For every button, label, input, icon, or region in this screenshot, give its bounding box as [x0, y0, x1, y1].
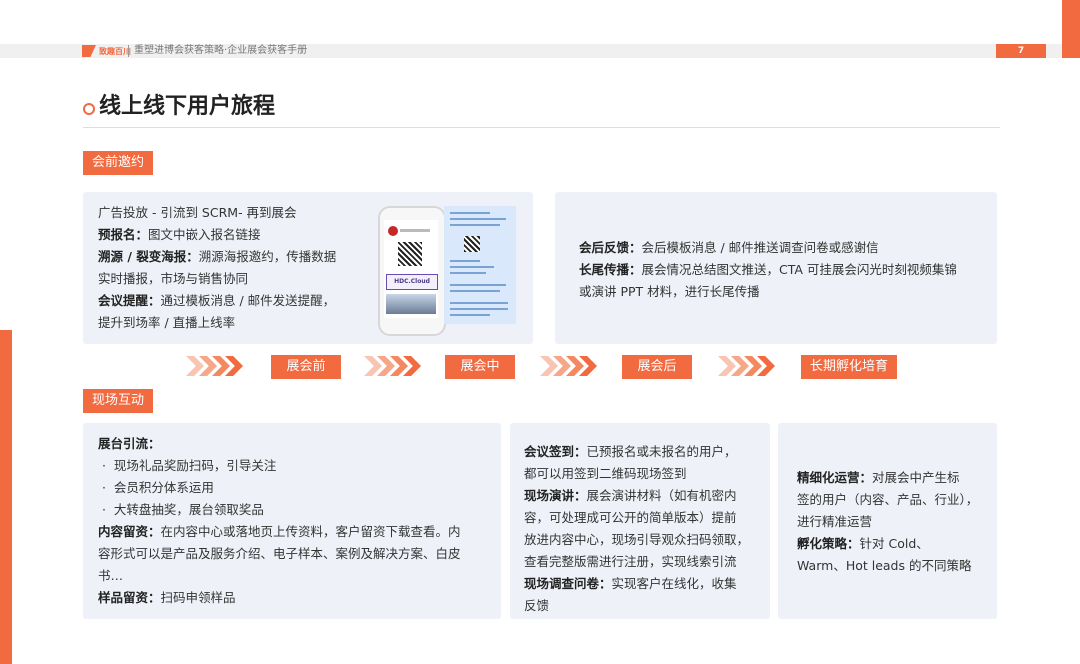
feedback-label: 会后反馈：	[579, 240, 642, 255]
signup-text: 图文中嵌入报名链接	[148, 227, 261, 242]
chevron-arrows-4-icon	[718, 356, 775, 376]
section-tag-pre: 会前邀约	[83, 151, 154, 175]
header-divider	[128, 45, 129, 57]
pre-event-text: 广告投放 - 引流到 SCRM- 再到展会 预报名：图文中嵌入报名链接 溯源 /…	[98, 202, 336, 334]
avatar	[388, 226, 398, 236]
page-number: 7	[996, 44, 1046, 58]
phone-screen: HDC.Cloud	[384, 220, 438, 318]
sample-text: 扫码申领样品	[160, 590, 236, 605]
meeting-text: 会议签到：已预报名或未报名的用户， 都可以用签到二维码现场签到 现场演讲：展会演…	[524, 441, 749, 617]
feedback-text: 会后模板消息 / 邮件推送调查问卷或感谢信	[641, 240, 879, 255]
post-event-text: 会后反馈：会后模板消息 / 邮件推送调查问卷或感谢信 长尾传播：展会情况总结图文…	[579, 237, 957, 303]
booth-heading: 展台引流：	[98, 436, 161, 451]
booth-bullet-3: 大转盘抽奖，展台领取奖品	[113, 502, 264, 517]
chevron-arrows-2-icon	[364, 356, 421, 376]
trace-text: 溯源海报邀约，传播数据	[198, 249, 337, 264]
nurture-text: 精细化运营：对展会中产生标 签的用户（内容、产品、行业）， 进行精准运营 孵化策…	[797, 467, 978, 577]
speech-text-4: 查看完整版需进行注册，实现线索引流	[524, 554, 737, 569]
ops-text: 对展会中产生标	[872, 470, 960, 485]
tail-label: 长尾传播：	[579, 262, 642, 277]
booth-bullet-1: 现场礼品奖励扫码，引导关注	[113, 458, 277, 473]
trace-text-2: 实时播报，市场与销售协同	[98, 271, 249, 286]
content-text-3: 书…	[98, 568, 124, 583]
logo-text: 致趣百川	[99, 46, 131, 56]
phone-header-line	[400, 229, 430, 232]
checkin-text-2: 都可以用签到二维码现场签到	[524, 466, 687, 481]
content-label: 内容留资：	[98, 524, 161, 539]
booth-text: 展台引流： · 现场礼品奖励扫码，引导关注 · 会员积分体系运用 · 大转盘抽奖…	[98, 436, 461, 605]
speech-label: 现场演讲：	[524, 488, 587, 503]
ops-text-2: 签的用户（内容、产品、行业），	[797, 492, 979, 507]
survey-text: 实现客户在线化，收集	[611, 576, 737, 591]
remind-text: 通过模板消息 / 邮件发送提醒，	[160, 293, 336, 308]
signup-label: 预报名：	[98, 227, 149, 242]
incubate-text: 针对 Cold、	[859, 536, 929, 551]
corner-accent	[1062, 0, 1080, 58]
checkin-label: 会议签到：	[524, 444, 587, 459]
ops-label: 精细化运营：	[797, 470, 873, 485]
stage-after: 展会后	[622, 355, 692, 379]
qr-code-icon	[398, 242, 422, 266]
survey-text-2: 反馈	[524, 598, 550, 613]
logo-icon	[82, 45, 96, 57]
title-divider	[83, 127, 1000, 128]
speech-text-3: 放进内容中心，现场引导观众扫码领取，	[524, 532, 750, 547]
incubate-text-2: Warm、Hot leads 的不同策略	[797, 558, 972, 573]
ops-text-3: 进行精准运营	[797, 514, 873, 529]
logo: 致趣百川	[82, 44, 131, 58]
document-title: 重塑进博会获客策略·企业展会获客手册	[134, 45, 308, 56]
pre-line1: 广告投放 - 引流到 SCRM- 再到展会	[98, 205, 297, 220]
speech-text: 展会演讲材料（如有机密内	[586, 488, 737, 503]
side-accent	[0, 330, 12, 664]
remind-text-2: 提升到场率 / 直播上线率	[98, 315, 236, 330]
poster-qr-icon	[464, 236, 480, 252]
invitation-poster	[444, 206, 516, 324]
section-tag-onsite: 现场互动	[83, 389, 154, 413]
content-text-2: 容形式可以是产品及服务介绍、电子样本、案例及解决方案、白皮	[98, 546, 461, 561]
content-text: 在内容中心或落地页上传资料，客户留资下载查看。内	[160, 524, 461, 539]
booth-bullet-2: 会员积分体系运用	[113, 480, 214, 495]
sample-label: 样品留资：	[98, 590, 161, 605]
stage-before: 展会前	[271, 355, 341, 379]
phone-banner	[386, 294, 436, 314]
checkin-text: 已预报名或未报名的用户，	[586, 444, 737, 459]
speech-text-2: 容，可处理成可公开的简单版本）提前	[524, 510, 737, 525]
tail-text: 展会情况总结图文推送，CTA 可挂展会闪光时刻视频集锦	[641, 262, 957, 277]
page-title: 线上线下用户旅程	[99, 94, 276, 119]
survey-label: 现场调查问卷：	[524, 576, 612, 591]
title-bullet-icon	[83, 103, 95, 115]
stage-nurture: 长期孵化培育	[801, 355, 897, 379]
phone-event-label: HDC.Cloud	[386, 274, 438, 290]
trace-label: 溯源 / 裂变海报：	[98, 249, 199, 264]
remind-label: 会议提醒：	[98, 293, 161, 308]
stage-during: 展会中	[445, 355, 515, 379]
chevron-arrows-3-icon	[540, 356, 597, 376]
chevron-arrows-1-icon	[186, 356, 243, 376]
tail-text-2: 或演讲 PPT 材料，进行长尾传播	[579, 284, 760, 299]
incubate-label: 孵化策略：	[797, 536, 860, 551]
